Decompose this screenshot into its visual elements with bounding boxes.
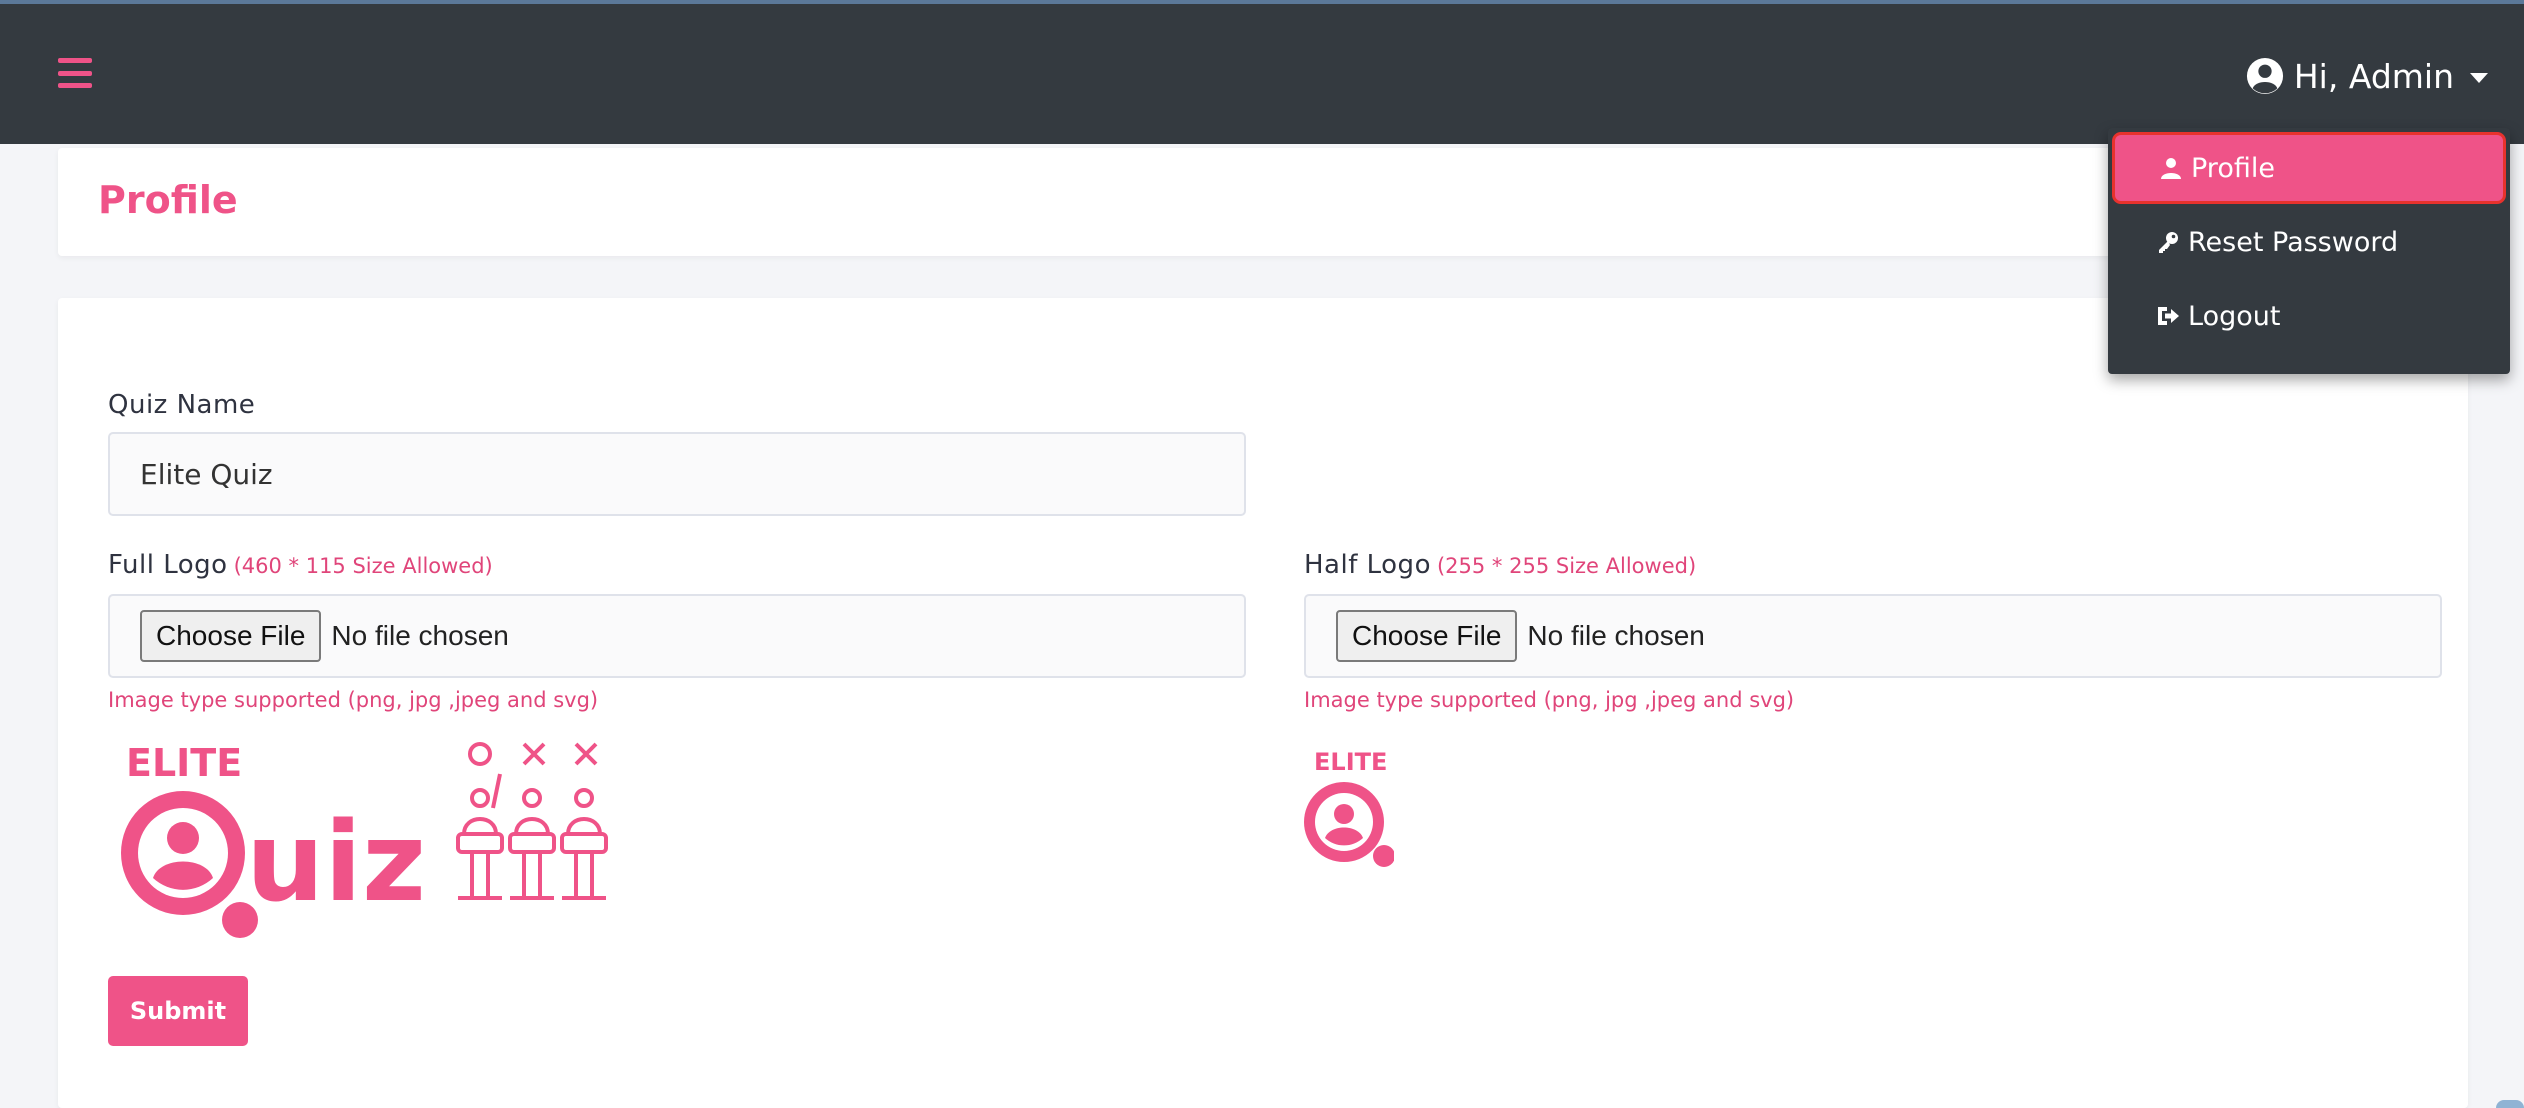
full-logo-word-text: uiz xyxy=(246,798,426,926)
dropdown-item-reset-password[interactable]: Reset Password xyxy=(2108,206,2510,278)
dropdown-item-logout[interactable]: Logout xyxy=(2108,280,2510,352)
full-logo-support-text: Image type supported (png, jpg ,jpeg and… xyxy=(108,688,599,712)
user-dropdown-menu: Profile Reset Password Logout xyxy=(2108,128,2510,374)
corner-widget xyxy=(2496,1100,2524,1108)
page-title: Profile xyxy=(98,178,238,222)
chevron-down-icon xyxy=(2470,73,2488,83)
full-logo-choose-file-button[interactable]: Choose File xyxy=(140,610,322,662)
full-logo-label: Full Logo (460 * 115 Size Allowed) xyxy=(108,550,493,580)
half-logo-file-status: No file chosen xyxy=(1527,620,1705,651)
user-greeting: Hi, Admin xyxy=(2293,56,2454,96)
half-logo-label-text: Half Logo xyxy=(1304,550,1431,580)
logout-icon xyxy=(2158,307,2179,325)
top-navbar: Hi, Admin xyxy=(0,4,2524,144)
half-logo-file-input: Choose File No file chosen xyxy=(1304,594,2442,678)
half-logo-label: Half Logo (255 * 255 Size Allowed) xyxy=(1304,550,1696,580)
page-header-card: Profile xyxy=(58,148,2468,256)
quiz-name-label: Quiz Name xyxy=(108,390,256,420)
key-icon xyxy=(2159,232,2178,253)
half-logo-support-text: Image type supported (png, jpg ,jpeg and… xyxy=(1304,688,1795,712)
dropdown-item-label: Profile xyxy=(2191,152,2275,184)
full-logo-file-status: No file chosen xyxy=(331,620,509,651)
half-logo-choose-file-button[interactable]: Choose File xyxy=(1336,610,1518,662)
half-logo-elite-text: ELITE xyxy=(1314,748,1387,776)
half-logo-preview: ELITE xyxy=(1304,748,1394,867)
dropdown-item-label: Logout xyxy=(2188,300,2281,332)
full-logo-elite-text: ELITE xyxy=(126,741,242,785)
hamburger-menu-icon[interactable] xyxy=(58,58,92,88)
half-logo-size-hint: (255 * 255 Size Allowed) xyxy=(1436,554,1697,578)
user-icon xyxy=(2161,158,2181,179)
user-menu-toggle[interactable]: Hi, Admin xyxy=(2246,54,2488,98)
full-logo-label-text: Full Logo xyxy=(108,550,228,580)
full-logo-file-input: Choose File No file chosen xyxy=(108,594,1246,678)
submit-button[interactable]: Submit xyxy=(108,976,248,1046)
quiz-name-input[interactable]: Elite Quiz xyxy=(108,432,1246,516)
full-logo-size-hint: (460 * 115 Size Allowed) xyxy=(233,554,493,578)
profile-form-card: Quiz Name Elite Quiz Full Logo (460 * 115… xyxy=(58,298,2468,1108)
user-circle-icon xyxy=(2246,57,2283,95)
dropdown-item-label: Reset Password xyxy=(2188,226,2399,258)
dropdown-item-profile[interactable]: Profile xyxy=(2112,132,2506,204)
full-logo-preview: ELITE uiz xyxy=(121,741,608,938)
